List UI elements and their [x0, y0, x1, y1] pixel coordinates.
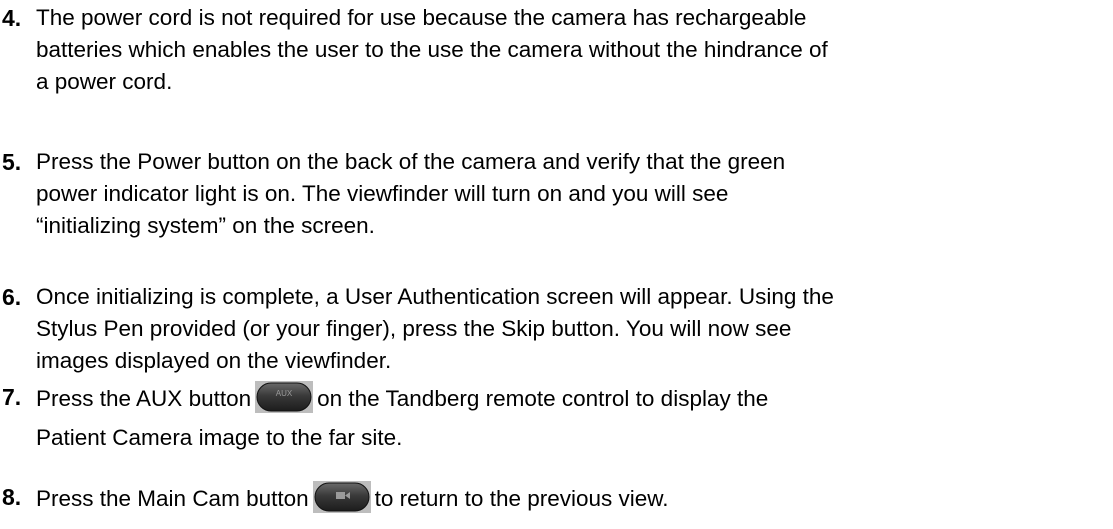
step-text-line: Press the AUX button AUX on the Tandberg…: [36, 381, 1111, 422]
step-text-segment: Press the AUX button: [36, 386, 252, 411]
main-cam-button-graphic: [312, 481, 371, 513]
step-text-line: a power cord.: [36, 69, 173, 94]
step-text-segment: on the Tandberg remote control to displa…: [317, 386, 769, 411]
step-text-line: Once initializing is complete, a User Au…: [36, 284, 834, 309]
camera-button-icon: [312, 481, 371, 522]
step-text-segment: Press the Main Cam button: [36, 486, 309, 511]
step-text: Press the Main Cam button to return to t…: [36, 481, 1111, 522]
step-text: The power cord is not required for use b…: [36, 2, 1111, 98]
step-text-line: “initializing system” on the screen.: [36, 213, 375, 238]
step-number: 5.: [2, 149, 22, 175]
step-text-line: power indicator light is on. The viewfin…: [36, 181, 729, 206]
step-text-line: Press the Power button on the back of th…: [36, 149, 786, 174]
step-number: 4.: [2, 5, 22, 31]
step-text-line: images displayed on the viewfinder.: [36, 348, 392, 373]
step-text-line: The power cord is not required for use b…: [36, 5, 807, 30]
step-number: 7.: [2, 384, 22, 410]
step-text-line: batteries which enables the user to the …: [36, 37, 828, 62]
step-text: Once initializing is complete, a User Au…: [36, 281, 1111, 377]
step-text: Press the Power button on the back of th…: [36, 146, 1111, 242]
step-text: Press the AUX button AUX on the Tandberg…: [36, 381, 1111, 454]
aux-button-icon: AUX: [255, 381, 314, 422]
step-number: 6.: [2, 284, 22, 310]
aux-button-graphic: AUX: [255, 381, 314, 413]
aux-button-label: AUX: [276, 389, 293, 398]
step-number: 8.: [2, 484, 22, 510]
step-text-line: Stylus Pen provided (or your finger), pr…: [36, 316, 792, 341]
step-text-line: Patient Camera image to the far site.: [36, 425, 403, 450]
step-text-line: Press the Main Cam button to return to t…: [36, 481, 1111, 522]
step-text-segment: to return to the previous view.: [374, 486, 669, 511]
